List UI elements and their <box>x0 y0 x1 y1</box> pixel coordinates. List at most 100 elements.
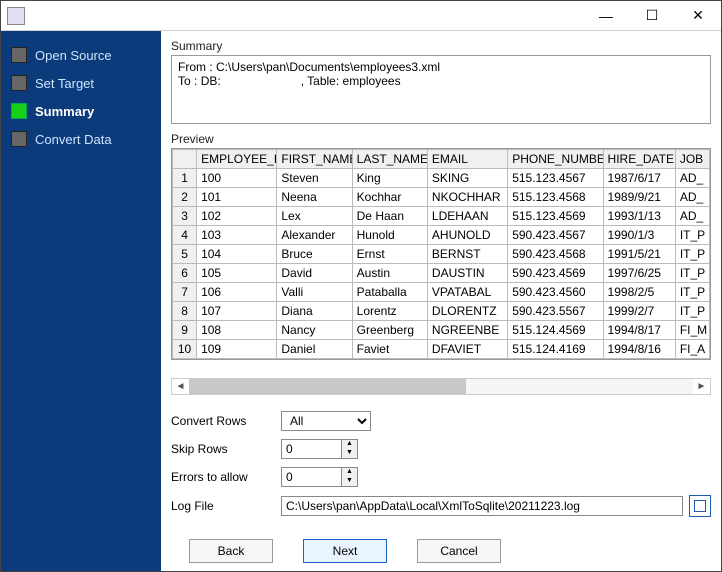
table-cell: Greenberg <box>352 321 427 340</box>
table-cell: 100 <box>197 169 277 188</box>
skip-rows-input[interactable] <box>281 439 341 459</box>
errors-label: Errors to allow <box>171 470 281 484</box>
summary-from-line: From : C:\Users\pan\Documents\employees3… <box>178 60 704 74</box>
col-header[interactable]: HIRE_DATE <box>603 150 675 169</box>
table-cell: 590.423.5567 <box>508 302 603 321</box>
spin-up-icon[interactable]: ▲ <box>342 440 357 449</box>
table-cell: Steven <box>277 169 352 188</box>
table-cell: Neena <box>277 188 352 207</box>
table-cell: AHUNOLD <box>427 226 507 245</box>
row-number: 1 <box>173 169 197 188</box>
table-cell: 108 <box>197 321 277 340</box>
table-cell: IT_P <box>675 283 709 302</box>
table-row[interactable]: 5104BruceErnstBERNST590.423.45681991/5/2… <box>173 245 710 264</box>
next-button[interactable]: Next <box>303 539 387 563</box>
table-cell: 104 <box>197 245 277 264</box>
table-row[interactable]: 7106ValliPataballaVPATABAL590.423.456019… <box>173 283 710 302</box>
table-cell: DFAVIET <box>427 340 507 359</box>
table-cell: 1989/9/21 <box>603 188 675 207</box>
sidebar-item-label: Convert Data <box>35 132 112 147</box>
table-cell: DAUSTIN <box>427 264 507 283</box>
col-header[interactable]: PHONE_NUMBER <box>508 150 603 169</box>
browse-log-button[interactable] <box>689 495 711 517</box>
col-header[interactable]: FIRST_NAME <box>277 150 352 169</box>
sidebar-item-label: Summary <box>35 104 94 119</box>
cancel-button[interactable]: Cancel <box>417 539 501 563</box>
table-cell: VPATABAL <box>427 283 507 302</box>
scroll-right-icon[interactable]: ► <box>693 379 710 394</box>
skip-rows-stepper[interactable]: ▲ ▼ <box>281 439 358 459</box>
step-icon <box>11 103 27 119</box>
row-number: 2 <box>173 188 197 207</box>
maximize-button[interactable]: ☐ <box>629 1 675 30</box>
step-icon <box>11 47 27 63</box>
table-cell: Hunold <box>352 226 427 245</box>
table-cell: Bruce <box>277 245 352 264</box>
errors-input[interactable] <box>281 467 341 487</box>
table-row[interactable]: 8107DianaLorentzDLORENTZ590.423.55671999… <box>173 302 710 321</box>
row-number: 3 <box>173 207 197 226</box>
table-cell: 515.124.4569 <box>508 321 603 340</box>
spin-down-icon[interactable]: ▼ <box>342 449 357 458</box>
convert-rows-select[interactable]: All <box>281 411 371 431</box>
table-cell: IT_P <box>675 264 709 283</box>
main-panel: Summary From : C:\Users\pan\Documents\em… <box>161 31 721 571</box>
spin-down-icon[interactable]: ▼ <box>342 477 357 486</box>
col-header[interactable]: JOB <box>675 150 709 169</box>
row-number: 8 <box>173 302 197 321</box>
table-cell: 1999/2/7 <box>603 302 675 321</box>
table-cell: 590.423.4569 <box>508 264 603 283</box>
errors-stepper[interactable]: ▲ ▼ <box>281 467 358 487</box>
table-row[interactable]: 6105DavidAustinDAUSTIN590.423.45691997/6… <box>173 264 710 283</box>
table-header-row: EMPLOYEE_ID FIRST_NAME LAST_NAME EMAIL P… <box>173 150 710 169</box>
table-cell: Faviet <box>352 340 427 359</box>
table-row[interactable]: 9108NancyGreenbergNGREENBE515.124.456919… <box>173 321 710 340</box>
sidebar-item-set-target[interactable]: Set Target <box>1 69 161 97</box>
back-button[interactable]: Back <box>189 539 273 563</box>
table-cell: David <box>277 264 352 283</box>
table-row[interactable]: 10109DanielFavietDFAVIET515.124.41691994… <box>173 340 710 359</box>
sidebar-item-summary[interactable]: Summary <box>1 97 161 125</box>
table-cell: FI_M <box>675 321 709 340</box>
col-header[interactable]: EMAIL <box>427 150 507 169</box>
table-cell: Ernst <box>352 245 427 264</box>
browse-icon <box>694 500 706 512</box>
table-row[interactable]: 4103AlexanderHunoldAHUNOLD590.423.456719… <box>173 226 710 245</box>
scroll-thumb[interactable] <box>189 379 466 394</box>
table-cell: De Haan <box>352 207 427 226</box>
table-cell: 515.123.4568 <box>508 188 603 207</box>
table-cell: 515.123.4567 <box>508 169 603 188</box>
table-row[interactable]: 2101NeenaKochharNKOCHHAR515.123.45681989… <box>173 188 710 207</box>
table-cell: Valli <box>277 283 352 302</box>
scroll-track[interactable] <box>189 379 693 394</box>
table-cell: 102 <box>197 207 277 226</box>
spin-up-icon[interactable]: ▲ <box>342 468 357 477</box>
col-header[interactable]: EMPLOYEE_ID <box>197 150 277 169</box>
wizard-sidebar: Open Source Set Target Summary Convert D… <box>1 31 161 571</box>
table-row[interactable]: 1100StevenKingSKING515.123.45671987/6/17… <box>173 169 710 188</box>
sidebar-item-label: Set Target <box>35 76 94 91</box>
table-cell: 1987/6/17 <box>603 169 675 188</box>
scroll-left-icon[interactable]: ◄ <box>172 379 189 394</box>
summary-title: Summary <box>171 39 711 53</box>
close-button[interactable]: ✕ <box>675 1 721 30</box>
table-cell: 515.123.4569 <box>508 207 603 226</box>
row-number: 10 <box>173 340 197 359</box>
sidebar-item-convert-data[interactable]: Convert Data <box>1 125 161 153</box>
table-cell: 1991/5/21 <box>603 245 675 264</box>
table-cell: 515.124.4169 <box>508 340 603 359</box>
log-file-input[interactable] <box>281 496 683 516</box>
table-cell: 590.423.4560 <box>508 283 603 302</box>
title-bar: — ☐ ✕ <box>1 1 721 31</box>
col-header[interactable]: LAST_NAME <box>352 150 427 169</box>
table-cell: Pataballa <box>352 283 427 302</box>
table-row[interactable]: 3102LexDe HaanLDEHAAN515.123.45691993/1/… <box>173 207 710 226</box>
sidebar-item-open-source[interactable]: Open Source <box>1 41 161 69</box>
horizontal-scrollbar[interactable]: ◄ ► <box>171 378 711 395</box>
table-cell: Lorentz <box>352 302 427 321</box>
table-cell: IT_P <box>675 302 709 321</box>
table-cell: 1998/2/5 <box>603 283 675 302</box>
row-number: 7 <box>173 283 197 302</box>
table-cell: Daniel <box>277 340 352 359</box>
minimize-button[interactable]: — <box>583 1 629 30</box>
